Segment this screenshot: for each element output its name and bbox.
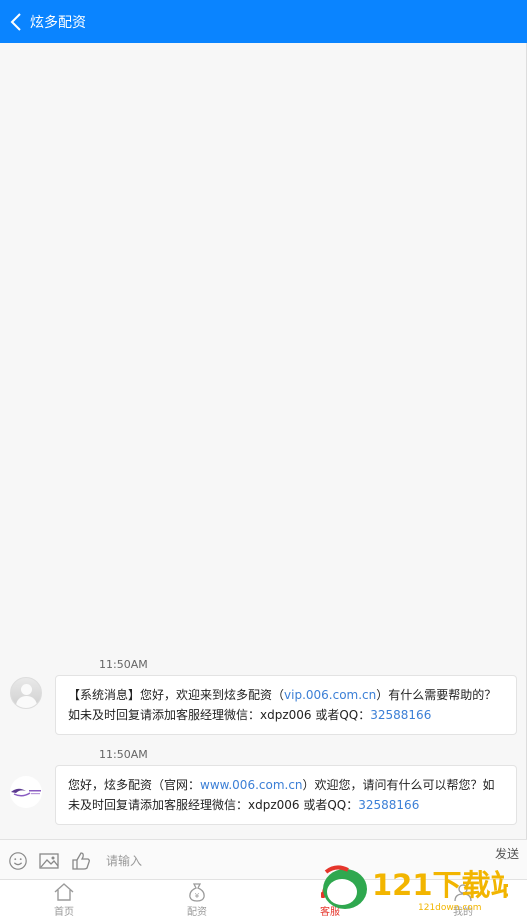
service-icon	[321, 884, 339, 898]
svg-text:¥: ¥	[195, 892, 200, 900]
message-text: 您好，炫多配资（官网：	[68, 778, 201, 792]
money-bag-icon: ¥	[189, 883, 205, 902]
send-button[interactable]: 发送	[495, 845, 519, 862]
site-link[interactable]: vip.006.com.cn	[284, 688, 376, 702]
message-input-bar: 请输入 发送	[0, 839, 527, 879]
message-text: 【系统消息】您好，欢迎来到炫多配资（	[68, 688, 285, 702]
thumbs-up-icon[interactable]	[70, 851, 92, 871]
tab-finance[interactable]: ¥ 配资	[167, 882, 227, 918]
image-icon[interactable]	[38, 851, 60, 871]
page-title: 炫多配资	[30, 14, 86, 31]
back-button[interactable]	[6, 7, 26, 37]
home-icon	[54, 883, 74, 901]
chat-message-list[interactable]: 11:50AM 【系统消息】您好，欢迎来到炫多配资（vip.006.com.cn…	[0, 43, 527, 839]
brand-logo-avatar	[10, 776, 42, 808]
message-timestamp: 11:50AM	[99, 748, 148, 761]
qq-link[interactable]: 32588166	[358, 798, 419, 812]
chevron-left-icon	[10, 12, 21, 31]
brand-logo-icon	[11, 788, 41, 797]
emoji-icon[interactable]	[7, 851, 29, 871]
tab-service[interactable]: 客服	[300, 882, 360, 918]
message-input[interactable]: 请输入	[106, 852, 142, 869]
site-link[interactable]: www.006.com.cn	[200, 778, 303, 792]
tab-label: 配资	[187, 907, 207, 918]
qq-link[interactable]: 32588166	[370, 708, 431, 722]
message-bubble: 【系统消息】您好，欢迎来到炫多配资（vip.006.com.cn）有什么需要帮助…	[55, 675, 517, 735]
tab-label: 客服	[320, 907, 340, 918]
message-bubble: 您好，炫多配资（官网：www.006.com.cn）欢迎您，请问有什么可以帮您？…	[55, 765, 517, 825]
tab-label: 首页	[54, 907, 74, 918]
top-app-bar: 炫多配资	[0, 0, 527, 43]
tab-profile[interactable]: 我的	[433, 882, 493, 918]
message-timestamp: 11:50AM	[99, 658, 148, 671]
bottom-tab-bar: 首页 ¥ 配资 客服 我的	[0, 879, 527, 919]
tab-label: 我的	[453, 907, 473, 918]
avatar	[10, 677, 42, 709]
tab-home[interactable]: 首页	[34, 882, 94, 918]
user-icon	[454, 884, 472, 902]
